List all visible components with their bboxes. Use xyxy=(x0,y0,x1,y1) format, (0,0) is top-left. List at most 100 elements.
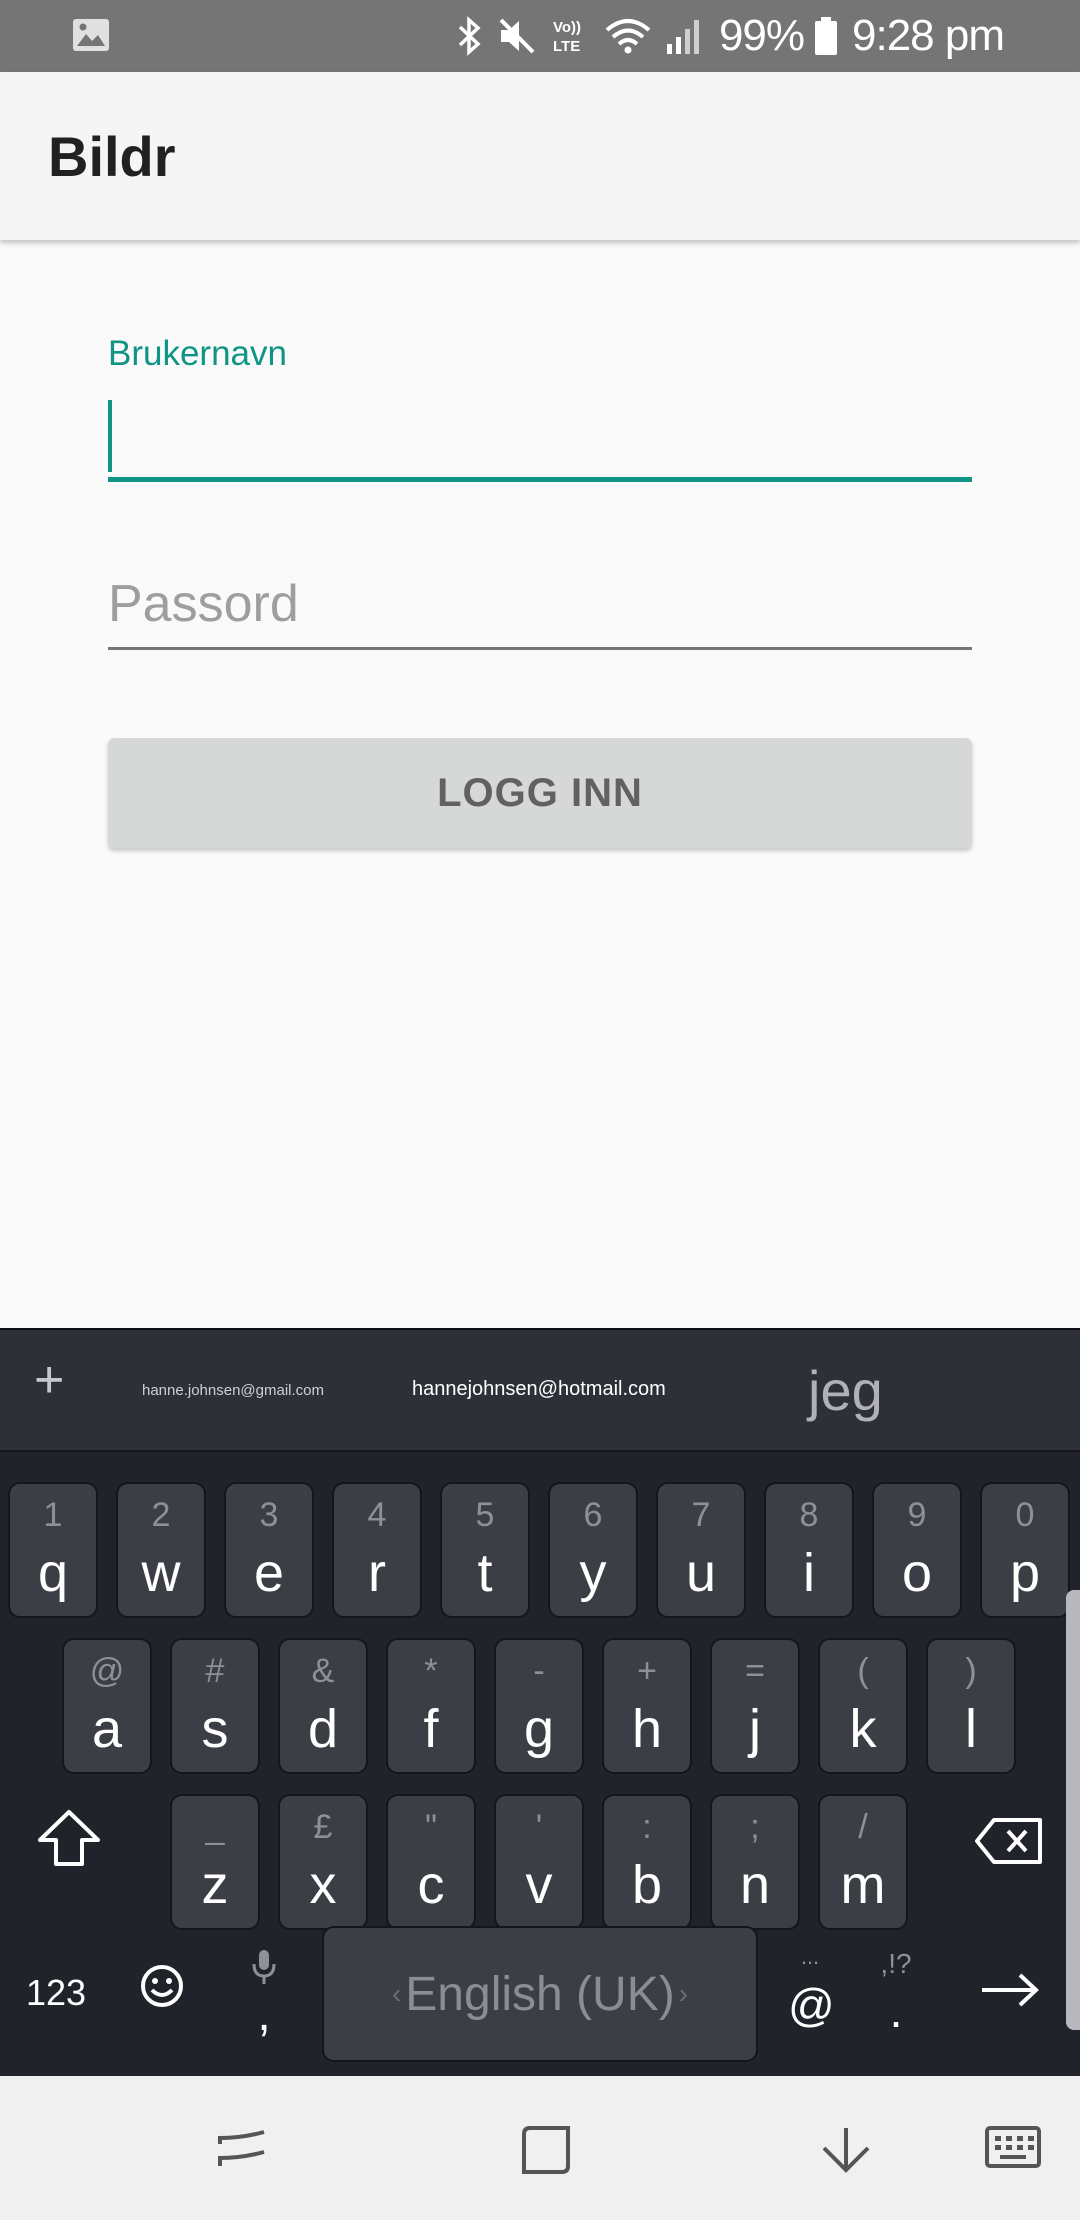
comma-key[interactable]: , xyxy=(246,1948,282,2042)
recent-apps-icon[interactable] xyxy=(214,2122,270,2183)
key-secondary-label: 1 xyxy=(43,1496,63,1534)
key-label: o xyxy=(901,1543,933,1603)
key-label: u xyxy=(685,1543,717,1603)
key-w[interactable]: 2w xyxy=(116,1482,206,1618)
soft-keyboard: + hanne.johnsen@gmail.com hannejohnsen@h… xyxy=(0,1328,1080,2078)
key-o[interactable]: 9o xyxy=(872,1482,962,1618)
comma-label: , xyxy=(257,1988,271,2041)
app-title: Bildr xyxy=(48,125,176,188)
key-label: d xyxy=(307,1699,339,1759)
key-label: f xyxy=(423,1699,439,1759)
period-key[interactable]: ,!? . xyxy=(874,1948,918,2038)
key-secondary-label: : xyxy=(642,1808,652,1846)
password-underline xyxy=(108,647,972,650)
key-secondary-label: 3 xyxy=(259,1496,279,1534)
emoji-key[interactable] xyxy=(138,1962,186,2015)
key-z[interactable]: _ z xyxy=(170,1794,260,1930)
key-g[interactable]: -g xyxy=(494,1638,584,1774)
key-v[interactable]: ' v xyxy=(494,1794,584,1930)
keyboard-switch-icon[interactable] xyxy=(984,2122,1042,2177)
key-d[interactable]: & d xyxy=(278,1638,368,1774)
suggestion-item[interactable]: jeg xyxy=(808,1358,883,1423)
battery-percentage: 99% xyxy=(718,11,805,60)
key-label: x xyxy=(309,1855,337,1915)
key-s[interactable]: # s xyxy=(170,1638,260,1774)
key-secondary-label: ) xyxy=(965,1652,977,1690)
key-label: h xyxy=(631,1699,663,1759)
suggestion-item[interactable]: hannejohnsen@hotmail.com xyxy=(412,1378,666,1401)
backspace-icon xyxy=(975,1818,1042,1864)
key-h[interactable]: + h xyxy=(602,1638,692,1774)
chevron-right-icon: › xyxy=(678,1978,689,2009)
numbers-key[interactable]: 123 xyxy=(26,1972,86,2014)
key-secondary-label: 6 xyxy=(583,1496,603,1534)
key-label: q xyxy=(37,1543,69,1603)
key-label: i xyxy=(803,1543,815,1603)
svg-text:Vo)): Vo)) xyxy=(553,19,581,36)
key-secondary-label: 8 xyxy=(799,1496,819,1534)
key-label: m xyxy=(840,1855,886,1915)
username-underline xyxy=(108,477,972,482)
key-b[interactable]: :b xyxy=(602,1794,692,1930)
key-x[interactable]: £ x xyxy=(278,1794,368,1930)
status-bar: Vo)) LTE 99% 9:28 pm xyxy=(0,0,1080,72)
period-key-label: . xyxy=(889,1985,903,2037)
keyboard-toolbar-plus-button[interactable]: + xyxy=(34,1350,64,1410)
at-key[interactable]: ... @ xyxy=(788,1944,835,2032)
hide-keyboard-icon[interactable] xyxy=(818,2122,874,2183)
battery-icon xyxy=(814,16,838,56)
key-j[interactable]: = j xyxy=(710,1638,800,1774)
chevron-left-icon: ‹ xyxy=(391,1978,402,2009)
shift-key[interactable] xyxy=(36,1808,102,1873)
key-u[interactable]: 7u xyxy=(656,1482,746,1618)
key-secondary-label: ( xyxy=(857,1652,869,1690)
key-label: g xyxy=(523,1699,555,1759)
password-placeholder: Passord xyxy=(108,575,299,633)
key-secondary-label: 2 xyxy=(151,1496,171,1534)
key-l[interactable]: ) l xyxy=(926,1638,1016,1774)
key-label: t xyxy=(477,1543,493,1603)
password-field[interactable]: Passord xyxy=(108,560,972,650)
key-c[interactable]: " c xyxy=(386,1794,476,1930)
enter-key[interactable] xyxy=(978,1970,1042,2015)
signal-icon xyxy=(665,16,705,56)
login-button[interactable]: LOGG INN xyxy=(108,738,972,848)
key-r[interactable]: 4r xyxy=(332,1482,422,1618)
key-label: b xyxy=(631,1855,663,1915)
key-p[interactable]: 0p xyxy=(980,1482,1070,1618)
key-i[interactable]: 8i xyxy=(764,1482,854,1618)
key-secondary-label: @ xyxy=(89,1652,125,1690)
username-field[interactable] xyxy=(108,396,972,482)
key-m[interactable]: / m xyxy=(818,1794,908,1930)
key-secondary-label: £ xyxy=(313,1808,333,1846)
volte-icon: Vo)) LTE xyxy=(551,16,591,56)
key-secondary-label: / xyxy=(858,1808,868,1846)
backspace-key[interactable] xyxy=(974,1816,1044,1871)
keyboard-edge-handle[interactable] xyxy=(1066,1590,1080,2030)
key-secondary-label: # xyxy=(205,1652,225,1690)
wifi-icon xyxy=(605,16,651,56)
space-key[interactable]: ‹ English (UK) › xyxy=(322,1926,758,2062)
suggestion-bar: + hanne.johnsen@gmail.com hannejohnsen@h… xyxy=(0,1330,1080,1452)
key-label: y xyxy=(579,1543,607,1603)
key-y[interactable]: 6y xyxy=(548,1482,638,1618)
arrow-right-icon xyxy=(982,1973,1039,2007)
key-n[interactable]: ; n xyxy=(710,1794,800,1930)
key-e[interactable]: 3e xyxy=(224,1482,314,1618)
key-secondary-label: = xyxy=(745,1652,765,1690)
key-secondary-label: ' xyxy=(535,1808,543,1846)
key-q[interactable]: 1q xyxy=(8,1482,98,1618)
key-k[interactable]: (k xyxy=(818,1638,908,1774)
suggestion-item[interactable]: hanne.johnsen@gmail.com xyxy=(142,1382,324,1399)
key-secondary-label: _ xyxy=(205,1808,225,1846)
key-label: e xyxy=(253,1543,285,1603)
home-icon[interactable] xyxy=(516,2122,572,2183)
app-bar: Bildr xyxy=(0,72,1080,240)
key-secondary-label: + xyxy=(637,1652,657,1690)
key-t[interactable]: 5t xyxy=(440,1482,530,1618)
key-secondary-label: 4 xyxy=(367,1496,387,1534)
key-f[interactable]: * f xyxy=(386,1638,476,1774)
space-key-label: English (UK) xyxy=(405,1967,675,2021)
text-cursor xyxy=(108,400,112,472)
key-a[interactable]: @ a xyxy=(62,1638,152,1774)
